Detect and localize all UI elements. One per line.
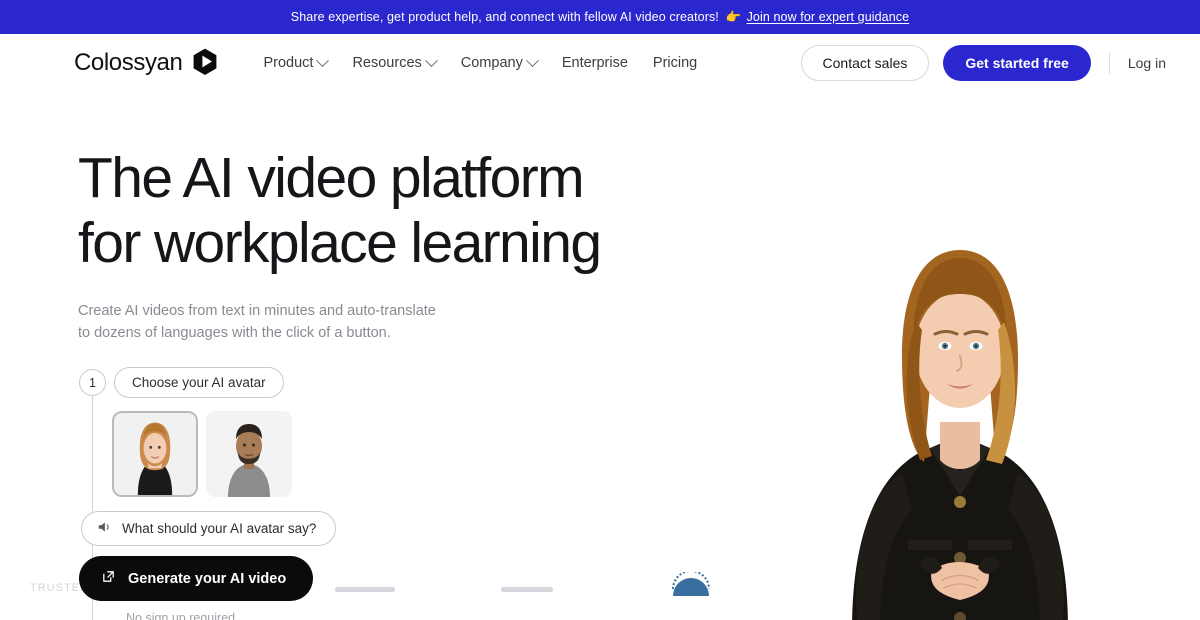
avatar-script-placeholder: What should your AI avatar say? [122, 521, 317, 536]
nav-label: Enterprise [561, 55, 628, 71]
site-header: Colossyan Product Resources Company Ente… [0, 34, 1200, 92]
nav-item-enterprise[interactable]: Enterprise [562, 55, 628, 71]
contact-sales-button[interactable]: Contact sales [800, 45, 930, 81]
nav-label: Resources [352, 55, 422, 71]
hexagon-play-icon [191, 47, 219, 80]
generate-video-button[interactable]: Generate your AI video [79, 556, 314, 601]
avatar-option-2[interactable] [206, 411, 292, 497]
nav-item-resources[interactable]: Resources [352, 53, 438, 71]
avatar-options [112, 411, 409, 497]
avatar-option-1[interactable] [112, 411, 198, 497]
avatar-thumbnail-2 [206, 411, 292, 497]
page-title: The AI video platform for workplace lear… [78, 146, 778, 276]
header-actions: Contact sales Get started free Log in [800, 45, 1166, 81]
avatar-thumbnail-1 [114, 413, 196, 495]
nav-label: Company [460, 55, 523, 71]
hero-section: The AI video platform for workplace lear… [0, 92, 1200, 620]
nav-item-company[interactable]: Company [460, 53, 539, 71]
log-in-link[interactable]: Log in [1128, 55, 1166, 71]
step-number-badge: 1 [79, 369, 106, 396]
step-one-row: 1 Choose your AI avatar [79, 367, 409, 398]
header-divider [1108, 52, 1110, 74]
chevron-down-icon [525, 53, 539, 67]
avatar-script-input[interactable]: What should your AI avatar say? [81, 511, 337, 546]
chevron-down-icon [424, 53, 438, 67]
brand-name: Colossyan [74, 49, 183, 76]
main-navigation: Product Resources Company Enterprise Pri… [263, 53, 697, 71]
hero-title-line-1: The AI video platform [78, 146, 585, 210]
pointing-hand-icon: 👉 [725, 9, 742, 24]
no-signup-note: No sign up required [126, 611, 236, 620]
nav-item-product[interactable]: Product [263, 53, 330, 71]
hero-subtitle-line-2: to dozens of languages with the click of… [78, 325, 391, 341]
partner-logo-4 [661, 570, 751, 603]
brand-logo[interactable]: Colossyan [74, 47, 219, 80]
nav-item-pricing[interactable]: Pricing [653, 55, 697, 71]
speaker-icon [97, 520, 111, 537]
external-link-icon [101, 569, 116, 588]
nav-label: Product [263, 55, 314, 71]
announcement-link[interactable]: Join now for expert guidance [747, 10, 910, 24]
choose-avatar-pill[interactable]: Choose your AI avatar [114, 367, 284, 398]
nav-label: Pricing [652, 55, 698, 71]
announcement-text: Share expertise, get product help, and c… [290, 10, 719, 24]
hero-title-line-2: for workplace learning [78, 211, 602, 275]
chevron-down-icon [316, 53, 330, 67]
generate-video-label: Generate your AI video [128, 570, 287, 587]
hero-copy: The AI video platform for workplace lear… [78, 146, 778, 344]
hero-presenter-image [780, 210, 1140, 620]
hero-subtitle: Create AI videos from text in minutes an… [78, 300, 458, 344]
hero-subtitle-line-1: Create AI videos from text in minutes an… [78, 303, 436, 319]
partner-logo-3 [493, 572, 603, 603]
avatar-demo-widget: 1 Choose your AI avatar What should your… [79, 367, 409, 620]
generate-cta-row: Generate your AI video [79, 556, 409, 601]
announcement-banner: Share expertise, get product help, and c… [0, 0, 1200, 34]
get-started-free-button[interactable]: Get started free [943, 45, 1091, 81]
avatar-script-row: What should your AI avatar say? [81, 511, 409, 546]
